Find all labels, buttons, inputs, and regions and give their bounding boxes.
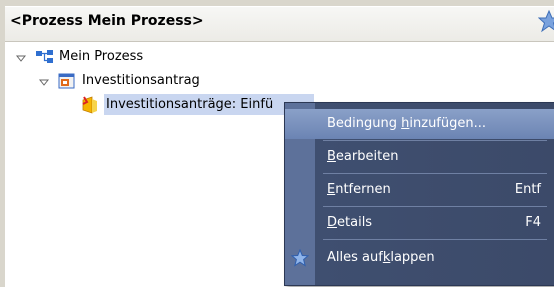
tree-item-label: Investitionsantrag xyxy=(82,73,200,88)
tree-item-root[interactable]: Mein Prozess xyxy=(59,47,143,67)
menu-item-label: Details xyxy=(327,215,373,230)
menu-item-shortcut: F4 xyxy=(525,215,541,230)
menu-item-label: Entfernen xyxy=(327,182,391,197)
menu-item-label: Alles aufklappen xyxy=(327,250,435,265)
menu-separator xyxy=(323,206,547,207)
tree-item-child[interactable]: Investitionsantrag xyxy=(82,71,200,91)
menu-item-expand-all[interactable]: Alles aufklappen xyxy=(285,243,554,273)
menu-item-shortcut: Entf xyxy=(514,182,541,197)
collapse-twisty-icon[interactable] xyxy=(38,76,50,88)
star-icon[interactable] xyxy=(538,9,554,33)
event-icon xyxy=(82,96,97,114)
menu-item-label: Bearbeiten xyxy=(327,149,399,164)
panel-title: <Prozess Mein Prozess> xyxy=(10,13,204,29)
panel-header: <Prozess Mein Prozess> xyxy=(5,7,554,42)
menu-item-details[interactable]: Details F4 xyxy=(285,208,554,238)
menu-item-edit[interactable]: Bearbeiten xyxy=(285,142,554,172)
top-border xyxy=(0,0,554,6)
menu-separator xyxy=(323,140,547,141)
menu-separator xyxy=(323,239,547,240)
tree-item-leaf[interactable]: Investitionsanträge: Einfü xyxy=(106,95,273,115)
menu-item-add-condition[interactable]: Bedingung hinzufügen... xyxy=(285,109,554,139)
process-icon xyxy=(36,50,53,63)
left-border xyxy=(0,6,5,287)
tree-item-label: Investitionsanträge: Einfü xyxy=(106,97,274,112)
menu-item-remove[interactable]: Entfernen Entf xyxy=(285,175,554,205)
context-menu: Bedingung hinzufügen... Bearbeiten Entfe… xyxy=(284,102,554,286)
tree-item-label: Mein Prozess xyxy=(59,49,144,64)
menu-item-label: Bedingung hinzufügen... xyxy=(327,116,487,131)
star-icon xyxy=(291,249,309,267)
menu-separator xyxy=(323,173,547,174)
collapse-twisty-icon[interactable] xyxy=(15,52,27,64)
form-icon xyxy=(58,73,75,89)
process-panel: <Prozess Mein Prozess> Mein Prozess Inve… xyxy=(0,0,554,287)
